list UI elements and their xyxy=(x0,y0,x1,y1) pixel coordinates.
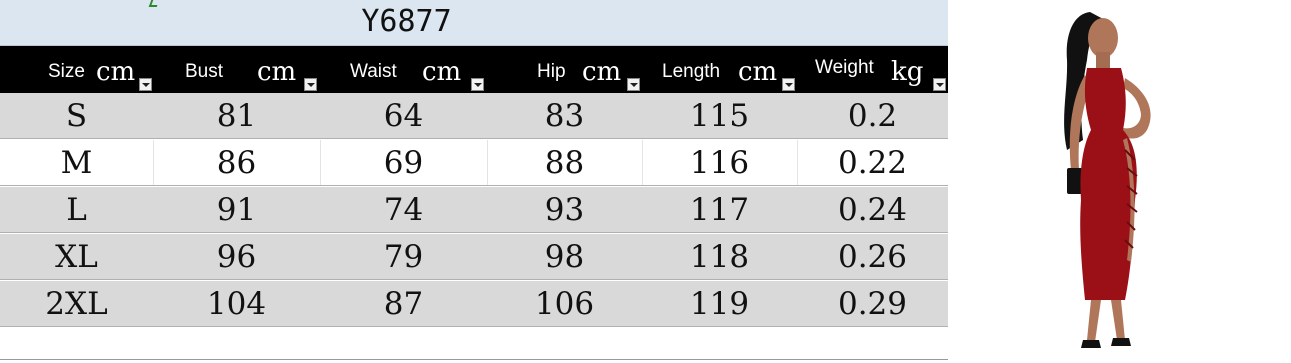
header-label: Size xyxy=(48,61,85,82)
header-length: Length cm xyxy=(642,46,797,93)
product-photo xyxy=(955,0,1291,359)
length-cell: 117 xyxy=(689,192,750,228)
waist-cell: 79 xyxy=(383,239,424,275)
header-unit: cm xyxy=(738,57,778,87)
bust-cell: 86 xyxy=(216,145,257,181)
hip-cell: 88 xyxy=(544,145,585,181)
waist-cell: 87 xyxy=(383,286,424,322)
filter-dropdown-icon[interactable] xyxy=(933,78,946,91)
waist-cell: 74 xyxy=(383,192,424,228)
hip-cell: 98 xyxy=(544,239,585,275)
size-chart-sheet: Y6877 Size cm Bust cm Waist cm Hip cm Le… xyxy=(0,0,948,360)
filter-dropdown-icon[interactable] xyxy=(139,78,152,91)
model-figure-illustration xyxy=(1064,12,1151,348)
bust-cell: 96 xyxy=(216,239,257,275)
header-waist: Waist cm xyxy=(320,46,487,93)
header-unit: cm xyxy=(96,57,136,87)
header-size: Size cm xyxy=(0,46,153,93)
header-weight: Weight kg xyxy=(797,46,948,93)
weight-cell: 0.22 xyxy=(837,145,908,181)
hip-cell: 106 xyxy=(534,286,595,322)
length-cell: 119 xyxy=(689,286,750,322)
table-row: XL 96 79 98 118 0.26 xyxy=(0,234,948,280)
bust-cell: 104 xyxy=(206,286,267,322)
hip-cell: 93 xyxy=(544,192,585,228)
sheet-title: Y6877 xyxy=(361,4,452,39)
size-cell: S xyxy=(65,98,88,134)
filter-dropdown-icon[interactable] xyxy=(627,78,640,91)
waist-cell: 64 xyxy=(383,98,424,134)
header-row: Size cm Bust cm Waist cm Hip cm Length c… xyxy=(0,46,948,93)
table-row: L 91 74 93 117 0.24 xyxy=(0,187,948,233)
header-label: Bust xyxy=(185,61,224,82)
header-label: Hip xyxy=(537,61,566,82)
header-unit: cm xyxy=(257,57,297,87)
header-unit: kg xyxy=(891,57,924,87)
size-cell: M xyxy=(60,145,93,181)
weight-cell: 0.26 xyxy=(837,239,908,275)
header-label: Length xyxy=(662,61,721,82)
table-row: 2XL 104 87 106 119 0.29 xyxy=(0,281,948,327)
table-row: M 86 69 88 116 0.22 xyxy=(0,140,948,186)
header-label: Weight xyxy=(815,57,874,78)
table-row: S 81 64 83 115 0.2 xyxy=(0,93,948,139)
header-bust: Bust cm xyxy=(153,46,320,93)
size-cell: XL xyxy=(55,239,98,275)
length-cell: 118 xyxy=(689,239,750,275)
header-label: Waist xyxy=(350,61,397,82)
weight-cell: 0.29 xyxy=(837,286,908,322)
header-unit: cm xyxy=(582,57,622,87)
weight-cell: 0.2 xyxy=(847,98,898,134)
filter-dropdown-icon[interactable] xyxy=(471,78,484,91)
title-bar: Y6877 xyxy=(0,0,948,46)
hip-cell: 83 xyxy=(544,98,585,134)
header-unit: cm xyxy=(422,57,462,87)
bust-cell: 81 xyxy=(216,98,257,134)
weight-cell: 0.24 xyxy=(837,192,908,228)
filter-dropdown-icon[interactable] xyxy=(782,78,795,91)
length-cell: 116 xyxy=(689,145,750,181)
waist-cell: 69 xyxy=(383,145,424,181)
bust-cell: 91 xyxy=(216,192,257,228)
filter-dropdown-icon[interactable] xyxy=(304,78,317,91)
size-cell: 2XL xyxy=(45,286,108,322)
header-hip: Hip cm xyxy=(487,46,642,93)
length-cell: 115 xyxy=(689,98,750,134)
size-cell: L xyxy=(66,192,87,228)
empty-row xyxy=(0,328,948,360)
